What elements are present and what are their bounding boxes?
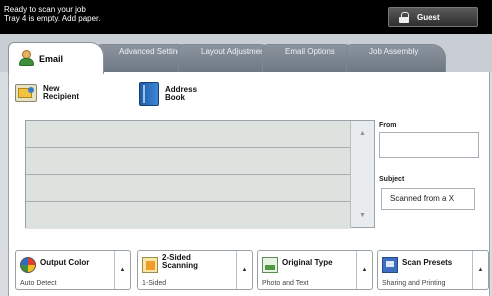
chevron-up-icon[interactable]: ▲ <box>236 251 252 289</box>
feature-value: Sharing and Printing <box>382 280 446 287</box>
tab-label: Email <box>39 54 64 64</box>
output-color-icon <box>20 257 36 273</box>
list-item[interactable] <box>26 202 351 229</box>
email-panel: New Recipient Address Book ▲ ▼ From Subj… <box>8 72 490 296</box>
subject-label: Subject <box>379 176 405 183</box>
tab-label: Advanced Settings <box>119 47 186 56</box>
new-recipient-button[interactable]: New Recipient <box>15 84 83 102</box>
status-message: Ready to scan your job <box>4 5 86 14</box>
scroll-up-arrow-icon[interactable]: ▲ <box>351 121 374 145</box>
list-scrollbar[interactable]: ▲ ▼ <box>350 121 374 227</box>
two-sided-scanning-button[interactable]: 2-Sided Scanning 1-Sided ▲ <box>137 250 253 290</box>
chevron-up-icon[interactable]: ▲ <box>356 251 372 289</box>
feature-value: Auto Detect <box>20 280 57 287</box>
address-book-icon <box>139 82 159 106</box>
tab-label: Layout Adjustment <box>201 47 267 56</box>
tab-email-options[interactable]: Email Options <box>262 44 358 72</box>
scroll-down-arrow-icon[interactable]: ▼ <box>351 203 374 227</box>
tab-strip: Advanced Settings Layout Adjustment Emai… <box>0 34 492 74</box>
chevron-up-icon[interactable]: ▲ <box>472 251 488 289</box>
scan-presets-button[interactable]: Scan Presets Sharing and Printing ▲ <box>377 250 489 290</box>
list-item[interactable] <box>26 148 351 175</box>
feature-value: 1-Sided <box>142 280 167 287</box>
two-sided-icon <box>142 257 158 273</box>
feature-title: 2-Sided Scanning <box>162 253 199 270</box>
tab-label: Job Assembly <box>369 47 419 56</box>
scan-presets-icon <box>382 257 398 273</box>
new-recipient-icon <box>15 84 37 102</box>
original-type-icon <box>262 257 278 273</box>
tab-layout-adjustment[interactable]: Layout Adjustment <box>178 44 274 72</box>
feature-title: Output Color <box>40 258 90 267</box>
address-book-label: Address Book <box>165 85 198 102</box>
feature-value: Photo and Text <box>262 280 309 287</box>
output-color-button[interactable]: Output Color Auto Detect ▲ <box>15 250 131 290</box>
feature-title: Original Type <box>282 258 333 267</box>
from-label: From <box>379 122 397 129</box>
tab-email[interactable]: Email <box>8 42 104 74</box>
recipient-list[interactable]: ▲ ▼ <box>25 120 375 229</box>
person-icon <box>19 50 35 66</box>
new-recipient-label: New Recipient <box>43 84 80 101</box>
tab-label: Email Options <box>285 47 335 56</box>
original-type-button[interactable]: Original Type Photo and Text ▲ <box>257 250 373 290</box>
chevron-up-icon[interactable]: ▲ <box>114 251 130 289</box>
list-item[interactable] <box>26 121 351 148</box>
guest-login-button[interactable]: Guest <box>388 7 478 27</box>
feature-title: Scan Presets <box>402 258 453 267</box>
subject-field[interactable]: Scanned from a X <box>381 188 475 210</box>
status-bar: Ready to scan your job Tray 4 is empty. … <box>0 0 492 34</box>
guest-label: Guest <box>417 12 440 22</box>
lock-icon <box>399 11 409 23</box>
tab-job-assembly[interactable]: Job Assembly <box>346 44 446 72</box>
address-book-button[interactable]: Address Book <box>139 82 205 106</box>
list-item[interactable] <box>26 175 351 202</box>
status-warning: Tray 4 is empty. Add paper. <box>4 14 101 23</box>
from-field[interactable] <box>379 132 479 158</box>
